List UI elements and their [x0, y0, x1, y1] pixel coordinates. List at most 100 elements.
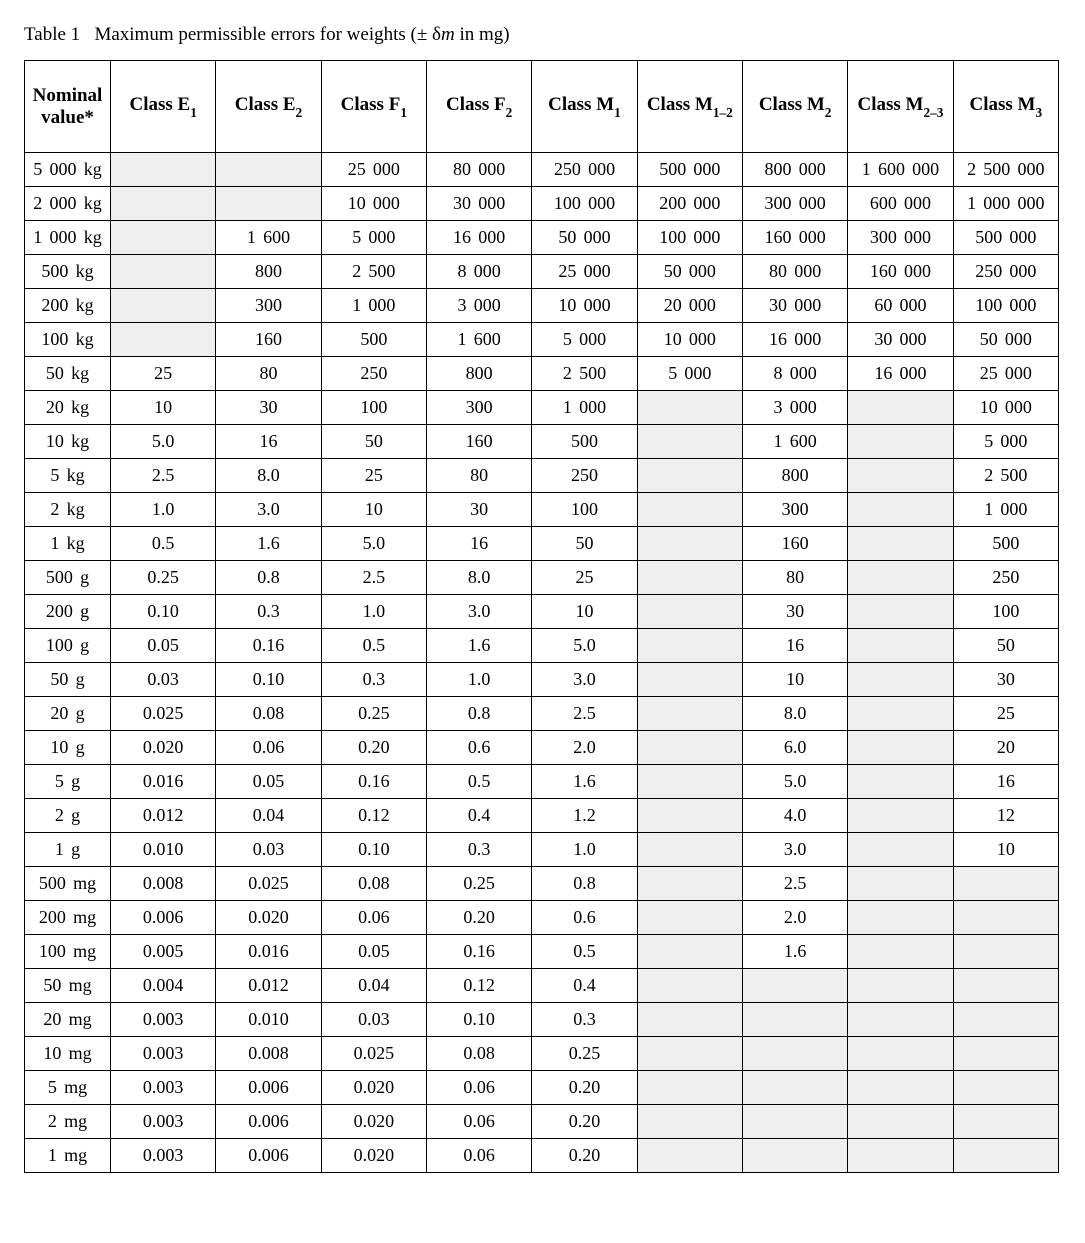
nominal-value-cell: 100 mg	[25, 935, 111, 969]
mpe-cell: 0.4	[532, 969, 637, 1003]
nominal-value-cell: 2 mg	[25, 1105, 111, 1139]
mpe-cell	[637, 901, 742, 935]
mpe-cell	[848, 697, 953, 731]
mpe-cell: 300	[742, 493, 847, 527]
mpe-cell: 30	[216, 391, 321, 425]
nominal-value-cell: 5 000 kg	[25, 153, 111, 187]
mpe-cell: 0.020	[216, 901, 321, 935]
mpe-cell: 25 000	[532, 255, 637, 289]
mpe-cell: 8 000	[742, 357, 847, 391]
mpe-cell: 1.0	[321, 595, 426, 629]
mpe-cell	[742, 1139, 847, 1173]
mpe-cell: 20 000	[637, 289, 742, 323]
mpe-cell: 0.025	[216, 867, 321, 901]
table-row: 500 kg8002 5008 00025 00050 00080 000160…	[25, 255, 1059, 289]
table-row: 500 mg0.0080.0250.080.250.82.5	[25, 867, 1059, 901]
mpe-cell: 3.0	[216, 493, 321, 527]
nominal-value-cell: 100 g	[25, 629, 111, 663]
mpe-cell: 0.25	[426, 867, 531, 901]
nominal-value-cell: 200 mg	[25, 901, 111, 935]
col-header-label: Class M	[759, 94, 825, 115]
mpe-cell: 800	[426, 357, 531, 391]
mpe-cell	[953, 935, 1058, 969]
mpe-cell: 50 000	[532, 221, 637, 255]
mpe-cell: 0.003	[111, 1037, 216, 1071]
mpe-cell: 0.6	[426, 731, 531, 765]
mpe-cell: 500	[953, 527, 1058, 561]
mpe-cell: 0.20	[321, 731, 426, 765]
mpe-cell: 0.006	[216, 1139, 321, 1173]
nominal-value-cell: 1 g	[25, 833, 111, 867]
mpe-cell: 25	[321, 459, 426, 493]
mpe-cell: 25	[111, 357, 216, 391]
mpe-cell: 5.0	[111, 425, 216, 459]
col-header-label: Class E	[235, 94, 296, 115]
mpe-cell: 0.010	[111, 833, 216, 867]
mpe-cell	[848, 493, 953, 527]
mpe-cell: 0.4	[426, 799, 531, 833]
mpe-cell	[111, 323, 216, 357]
mpe-cell: 160	[216, 323, 321, 357]
mpe-cell: 0.20	[532, 1071, 637, 1105]
mpe-cell	[953, 1105, 1058, 1139]
mpe-cell: 2.5	[111, 459, 216, 493]
mpe-cell: 80 000	[426, 153, 531, 187]
col-header-class: Class M2	[742, 61, 847, 153]
mpe-cell: 0.020	[111, 731, 216, 765]
mpe-cell	[637, 1071, 742, 1105]
mpe-cell: 8.0	[742, 697, 847, 731]
mpe-cell: 0.12	[321, 799, 426, 833]
mpe-cell: 0.020	[321, 1105, 426, 1139]
mpe-cell: 16 000	[742, 323, 847, 357]
mpe-cell	[637, 867, 742, 901]
mpe-cell: 5.0	[532, 629, 637, 663]
mpe-cell: 30	[742, 595, 847, 629]
col-header-label: Class M	[857, 94, 923, 115]
mpe-cell: 10	[321, 493, 426, 527]
mpe-cell	[742, 1071, 847, 1105]
table-row: 1 mg0.0030.0060.0200.060.20	[25, 1139, 1059, 1173]
mpe-cell: 250	[532, 459, 637, 493]
mpe-cell: 0.25	[321, 697, 426, 731]
col-header-nominal: Nominalvalue*	[25, 61, 111, 153]
nominal-value-cell: 50 kg	[25, 357, 111, 391]
mpe-cell: 50	[953, 629, 1058, 663]
mpe-cell: 0.03	[321, 1003, 426, 1037]
nominal-value-cell: 10 kg	[25, 425, 111, 459]
mpe-cell: 0.10	[111, 595, 216, 629]
mpe-cell: 0.20	[426, 901, 531, 935]
mpe-cell: 3 000	[742, 391, 847, 425]
col-header-subscript: 3	[1035, 105, 1042, 120]
nominal-value-cell: 5 kg	[25, 459, 111, 493]
mpe-cell: 50 000	[637, 255, 742, 289]
mpe-cell	[637, 561, 742, 595]
mpe-cell	[848, 1071, 953, 1105]
mpe-cell: 5 000	[321, 221, 426, 255]
mpe-cell	[111, 221, 216, 255]
mpe-cell: 0.10	[426, 1003, 531, 1037]
mpe-cell: 0.003	[111, 1003, 216, 1037]
mpe-cell: 0.06	[426, 1105, 531, 1139]
col-header-label: Nominalvalue*	[33, 85, 103, 128]
col-header-subscript: 1	[190, 105, 197, 120]
mpe-cell: 30 000	[426, 187, 531, 221]
mpe-cell	[953, 1003, 1058, 1037]
mpe-cell: 1 000	[532, 391, 637, 425]
mpe-cell: 80	[216, 357, 321, 391]
mpe-cell: 0.006	[111, 901, 216, 935]
col-header-subscript: 2	[506, 105, 513, 120]
mpe-cell	[848, 1003, 953, 1037]
mpe-cell: 4.0	[742, 799, 847, 833]
mpe-cell: 8 000	[426, 255, 531, 289]
mpe-cell: 500	[532, 425, 637, 459]
mpe-cell: 1.2	[532, 799, 637, 833]
mpe-cell: 0.20	[532, 1105, 637, 1139]
mpe-cell: 0.003	[111, 1071, 216, 1105]
mpe-cell: 25	[953, 697, 1058, 731]
mpe-cell: 1.6	[426, 629, 531, 663]
table-row: 5 g0.0160.050.160.51.65.016	[25, 765, 1059, 799]
mpe-cell: 16	[953, 765, 1058, 799]
mpe-cell	[111, 289, 216, 323]
nominal-value-cell: 5 mg	[25, 1071, 111, 1105]
mpe-cell: 80	[426, 459, 531, 493]
